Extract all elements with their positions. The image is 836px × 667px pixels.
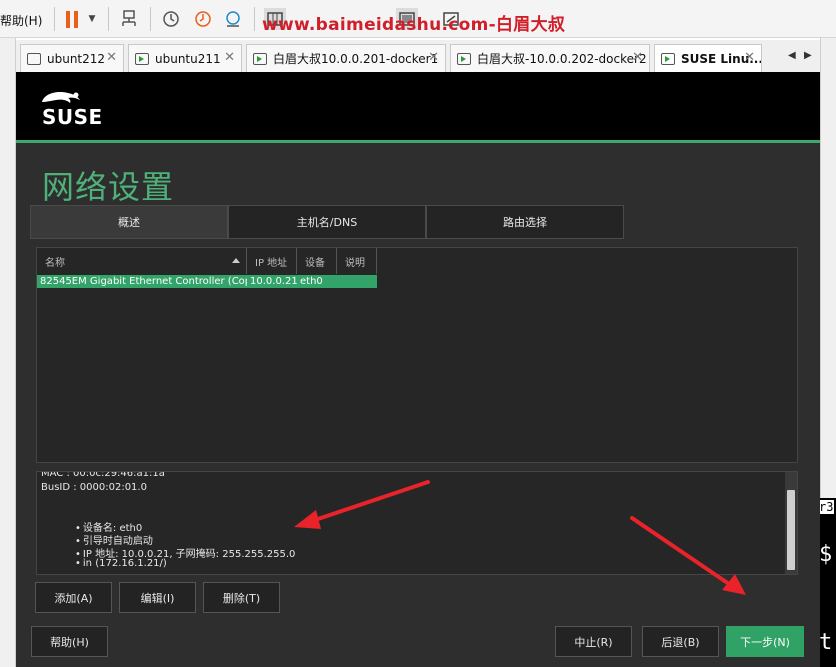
toolbar-separator <box>150 7 151 31</box>
toolbar-separator <box>54 7 55 31</box>
tab-docker2[interactable]: 白眉大叔-10.0.0.202-docker2 ✕ <box>450 44 650 72</box>
suse-logo: SUSE <box>28 88 108 129</box>
vmware-window: 帮助(H) ▼ www.baimeidashu.com-白眉大叔 r3 $ t … <box>0 0 836 667</box>
tab-scroll-left-icon[interactable]: ◀ <box>788 50 796 61</box>
column-header-note[interactable]: 说明 <box>337 248 377 274</box>
help-menu[interactable]: 帮助(H) <box>0 9 42 31</box>
host-toolbar: 帮助(H) ▼ www.baimeidashu.com-白眉大叔 <box>0 0 836 38</box>
tab-docker1[interactable]: 白眉大叔10.0.0.201-docker1 ✕ <box>246 44 446 72</box>
vm-running-icon <box>135 52 149 65</box>
terminal-prompt: $ <box>819 542 833 567</box>
right-panel-edge <box>820 38 836 498</box>
watermark-text: www.baimeidashu.com-白眉大叔 <box>262 15 566 35</box>
cell-ip: 10.0.0.21 <box>250 276 297 287</box>
yast-header: SUSE <box>16 72 820 140</box>
tab-label: 白眉大叔-10.0.0.202-docker2 <box>477 52 647 66</box>
tab-hostname-dns[interactable]: 主机名/DNS <box>228 205 426 239</box>
terminal-text: t <box>819 630 833 655</box>
next-button[interactable]: 下一步(N) <box>726 626 804 657</box>
network-icon[interactable] <box>118 8 140 30</box>
delete-button[interactable]: 删除(T) <box>203 582 280 613</box>
snapshot-icon[interactable] <box>160 8 182 30</box>
back-button[interactable]: 后退(B) <box>642 626 719 657</box>
cell-device: eth0 <box>300 276 323 287</box>
suse-wordmark: SUSE <box>42 105 103 129</box>
help-button[interactable]: 帮助(H) <box>31 626 108 657</box>
vm-console[interactable]: SUSE 网络设置 概述 主机名/DNS 路由选择 名称 IP 地址 设备 说明… <box>16 72 820 667</box>
tab-scroll-right-icon[interactable]: ▶ <box>804 50 812 61</box>
tab-ubunt212[interactable]: ubunt212 ✕ <box>20 44 124 72</box>
pause-icon[interactable] <box>64 8 80 30</box>
table-header: 名称 IP 地址 设备 说明 <box>37 248 377 274</box>
mac-address: MAC : 00:0c:29:46:a1:1a <box>41 471 165 479</box>
vm-icon <box>27 52 41 65</box>
edit-button[interactable]: 编辑(I) <box>119 582 196 613</box>
toolbar-separator <box>108 7 109 31</box>
tab-overview[interactable]: 概述 <box>30 205 228 239</box>
interfaces-table: 名称 IP 地址 设备 说明 82545EM Gigabit Ethernet … <box>36 247 798 463</box>
close-icon[interactable]: ✕ <box>632 50 643 65</box>
close-icon[interactable]: ✕ <box>428 50 439 65</box>
library-panel-edge[interactable] <box>0 38 16 667</box>
close-icon[interactable]: ✕ <box>224 50 235 65</box>
add-button[interactable]: 添加(A) <box>35 582 112 613</box>
abort-button[interactable]: 中止(R) <box>555 626 632 657</box>
tab-suse[interactable]: SUSE Linu... ✕ <box>654 44 762 72</box>
close-icon[interactable]: ✕ <box>106 50 117 65</box>
chevron-down-icon[interactable]: ▼ <box>86 8 98 30</box>
column-header-device[interactable]: 设备 <box>297 248 337 274</box>
vm-running-icon <box>253 52 267 65</box>
toolbar-separator <box>254 7 255 31</box>
close-icon[interactable]: ✕ <box>744 50 755 65</box>
interface-details: MAC : 00:0c:29:46:a1:1a BusID : 0000:02:… <box>36 471 798 575</box>
column-header-ip[interactable]: IP 地址 <box>247 248 297 274</box>
tab-ubuntu211[interactable]: ubuntu211 ✕ <box>128 44 242 72</box>
cell-name: 82545EM Gigabit Ethernet Controller (Cop… <box>40 276 247 287</box>
page-title: 网络设置 <box>42 168 175 206</box>
tab-label: ubunt212 <box>47 51 106 66</box>
terminal-text: r3 <box>818 500 835 514</box>
header-accent-line <box>16 140 820 143</box>
revert-snapshot-icon[interactable] <box>192 8 214 30</box>
details-scrollbar[interactable] <box>785 472 797 574</box>
vm-running-icon <box>457 52 471 65</box>
detail-alias: in (172.16.1.21/) <box>75 558 167 569</box>
tab-label: ubuntu211 <box>155 51 221 66</box>
bus-id: BusID : 0000:02:01.0 <box>41 482 147 493</box>
vm-tab-bar: ubunt212 ✕ ubuntu211 ✕ 白眉大叔10.0.0.201-do… <box>16 40 820 72</box>
table-row[interactable]: 82545EM Gigabit Ethernet Controller (Cop… <box>37 275 377 288</box>
tab-label: 白眉大叔10.0.0.201-docker1 <box>273 52 439 66</box>
sort-asc-icon <box>232 258 240 263</box>
scrollbar-thumb[interactable] <box>787 490 795 570</box>
snapshot-manager-icon[interactable] <box>222 8 244 30</box>
column-header-name[interactable]: 名称 <box>37 248 247 274</box>
vm-running-icon <box>661 52 675 65</box>
tab-routing[interactable]: 路由选择 <box>426 205 624 239</box>
